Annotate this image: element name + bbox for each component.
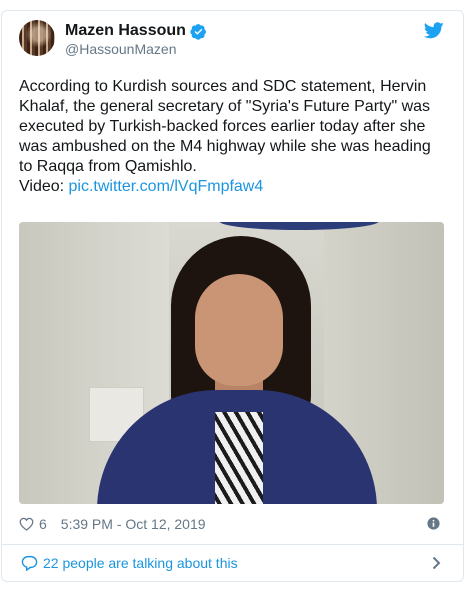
tweet-timestamp[interactable]: 5:39 PM - Oct 12, 2019 — [61, 516, 206, 532]
tweet-photo[interactable] — [19, 222, 444, 504]
conversation-label[interactable]: 22 people are talking about this — [43, 555, 238, 571]
tweet-header: Mazen Hassoun @HassounMazen — [19, 20, 444, 58]
author-display-name[interactable]: Mazen Hassoun — [65, 22, 186, 40]
verified-badge-icon — [190, 23, 206, 40]
author-name-row[interactable]: Mazen Hassoun — [65, 21, 207, 41]
photo-subject-face — [195, 274, 283, 386]
author-handle[interactable]: @HassounMazen — [65, 41, 177, 57]
chevron-right-icon[interactable] — [432, 556, 441, 570]
info-icon[interactable] — [427, 517, 440, 530]
photo-subject-shirt — [215, 412, 263, 504]
footer-divider — [1, 544, 464, 545]
conversation-link[interactable]: 22 people are talking about this — [21, 553, 445, 573]
twitter-bird-icon[interactable] — [424, 22, 444, 39]
heart-icon[interactable] — [19, 517, 34, 531]
tweet-meta: 6 5:39 PM - Oct 12, 2019 — [19, 514, 444, 534]
tweet-text: According to Kurdish sources and SDC sta… — [19, 77, 444, 197]
like-count[interactable]: 6 — [39, 516, 47, 532]
avatar[interactable] — [19, 20, 55, 56]
video-link[interactable]: pic.twitter.com/lVqFmpfaw4 — [69, 178, 264, 195]
comment-bubble-icon — [21, 555, 38, 571]
video-prefix: Video: — [19, 178, 69, 195]
tweet-body: According to Kurdish sources and SDC sta… — [19, 78, 431, 175]
